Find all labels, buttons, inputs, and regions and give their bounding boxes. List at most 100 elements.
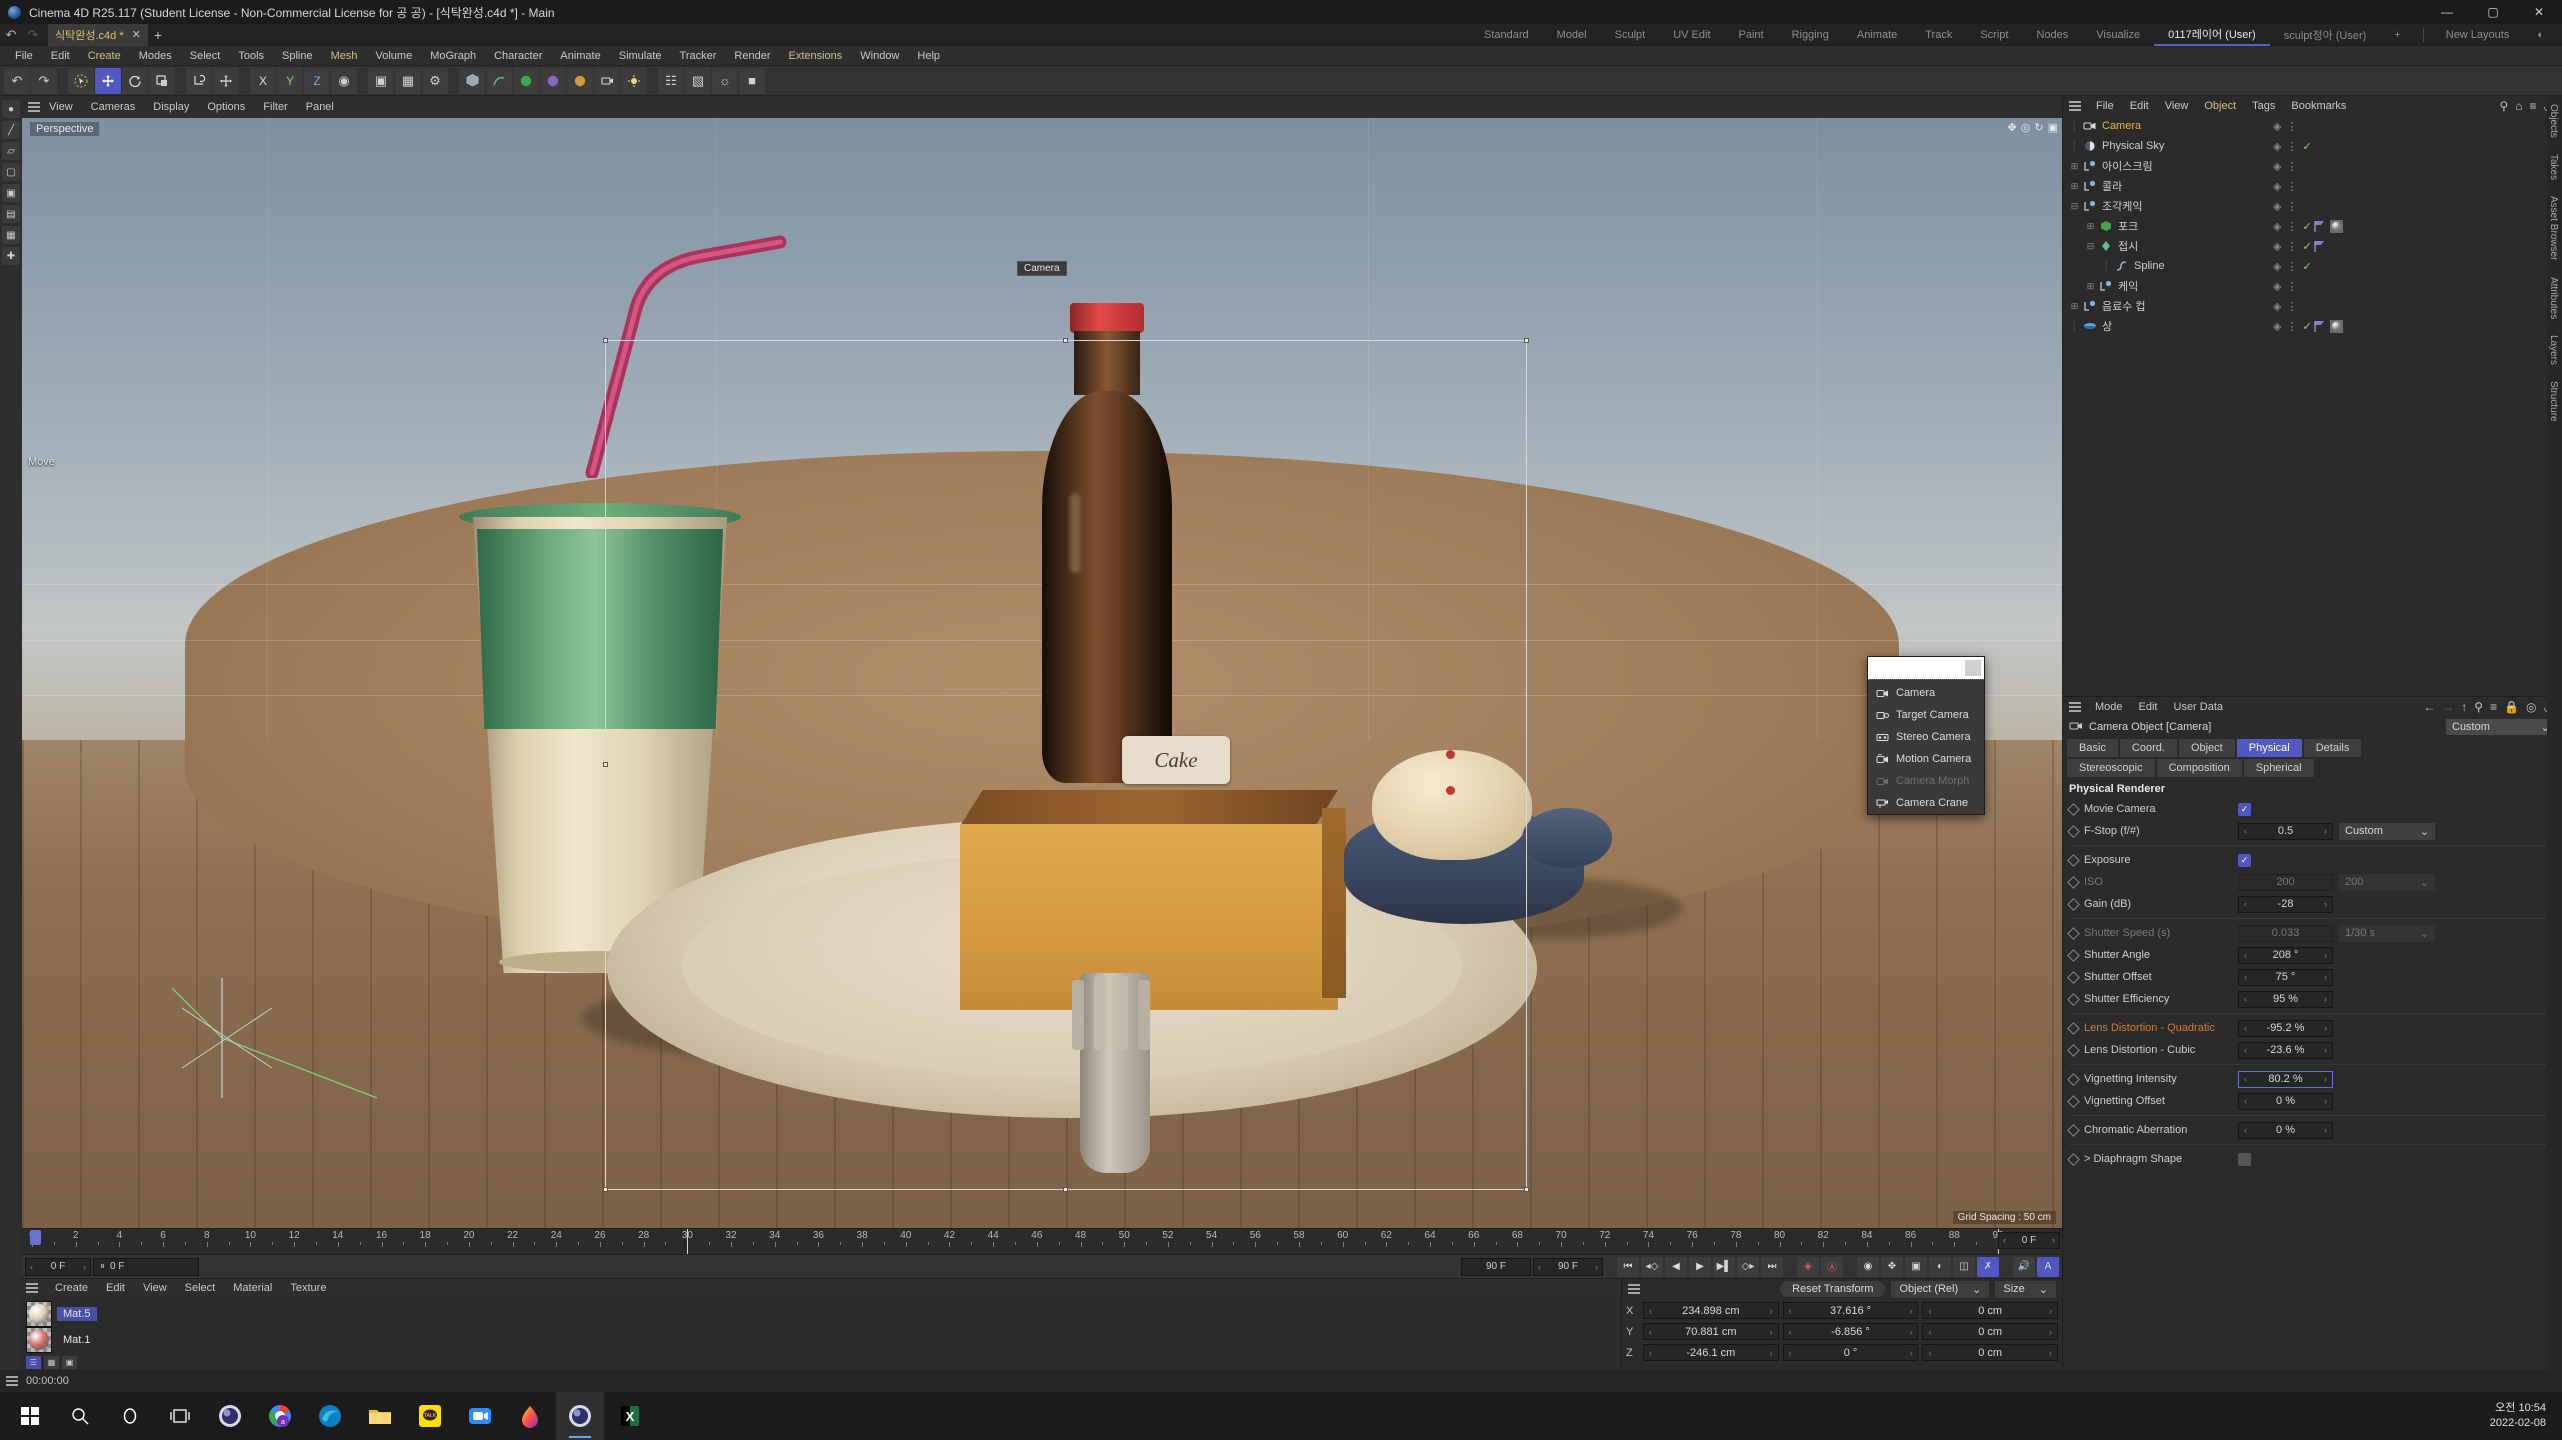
object-row[interactable]: ⊞ 케익 ◈ ⋮ <box>2063 276 2562 296</box>
decrement-icon[interactable]: ‹ <box>2244 950 2247 960</box>
material-menu-material[interactable]: Material <box>224 1282 281 1294</box>
current-frame-field[interactable]: ‹ 0 F › <box>25 1257 91 1276</box>
paint3d-icon[interactable] <box>506 1392 554 1440</box>
chrome-icon[interactable]: a <box>256 1392 304 1440</box>
menu-item-tracker[interactable]: Tracker <box>671 46 726 66</box>
attribute-value-field[interactable]: ‹ -95.2 % › <box>2238 1019 2333 1037</box>
go-to-start-button[interactable]: ⏮ <box>1617 1256 1639 1277</box>
material-swatch[interactable] <box>26 1327 52 1353</box>
layer-icon[interactable]: ◈ <box>2273 240 2281 253</box>
menu-item-animate[interactable]: Animate <box>551 46 609 66</box>
axis-gizmo[interactable] <box>162 948 452 1128</box>
light-object-button[interactable] <box>621 67 647 94</box>
viewport-menu-view[interactable]: View <box>40 101 82 113</box>
keyframe-diamond-icon[interactable] <box>2067 897 2080 911</box>
tree-expander[interactable]: ⊟ <box>2067 201 2082 212</box>
camera-name-field[interactable] <box>1868 657 1984 679</box>
attribute-value-field[interactable]: 200 <box>2238 873 2333 891</box>
coordinate-size-field[interactable]: ‹ 0 cm › <box>1922 1344 2059 1361</box>
start-icon[interactable] <box>6 1392 54 1440</box>
decrement-icon[interactable]: ‹ <box>2244 1045 2247 1055</box>
frame-handle[interactable] <box>603 338 608 343</box>
attribute-checkbox[interactable]: ✓ <box>2238 802 2251 816</box>
menu-item-mesh[interactable]: Mesh <box>322 46 367 66</box>
layout-grid-button[interactable]: ☷ <box>658 67 684 94</box>
attribute-value-field[interactable]: ‹ -28 › <box>2238 895 2333 913</box>
material-name[interactable]: Mat.5 <box>57 1307 97 1321</box>
attribute-tab-details[interactable]: Details <box>2303 739 2362 757</box>
status-hamburger-icon[interactable] <box>6 1376 18 1386</box>
layout-tab-standard[interactable]: Standard <box>1470 24 1543 46</box>
cube-primitive-button[interactable] <box>459 67 485 94</box>
kakaotalk-icon[interactable]: TALK <box>406 1392 454 1440</box>
decrement-icon[interactable]: ‹ <box>2244 899 2247 909</box>
decrement-icon[interactable]: ‹ <box>1649 1327 1652 1337</box>
texture-mode-button[interactable]: ▤ <box>2 205 20 223</box>
record-rotation-button[interactable]: ✥ <box>1881 1256 1903 1277</box>
menu-item-select[interactable]: Select <box>181 46 230 66</box>
attribute-dropdown[interactable]: 200 ⌄ <box>2339 873 2435 891</box>
world-object-toggle-button[interactable]: ◉ <box>331 67 357 94</box>
live-selection-button[interactable] <box>68 67 94 94</box>
keyframe-selection-button[interactable]: ✗ <box>1977 1256 1999 1277</box>
record-position-button[interactable]: ◉ <box>1857 1256 1879 1277</box>
coordinate-size-field[interactable]: ‹ 0 cm › <box>1922 1323 2059 1340</box>
close-icon[interactable]: ✕ <box>132 28 141 41</box>
render-view-button[interactable]: ▣ <box>368 67 394 94</box>
frame-handle[interactable] <box>1063 1187 1068 1192</box>
document-end-field[interactable]: ‹ 90 F › <box>1533 1257 1603 1276</box>
menu-item-edit[interactable]: Edit <box>42 46 79 66</box>
material-swatch[interactable] <box>26 1301 52 1327</box>
maximize-button[interactable]: ▢ <box>2470 0 2516 24</box>
decrement-icon[interactable]: ‹ <box>1649 1348 1652 1358</box>
tree-expander[interactable]: ⊞ <box>2083 221 2098 232</box>
attribute-tab-coord[interactable]: Coord. <box>2119 739 2177 757</box>
visibility-dots[interactable]: ⋮ <box>2286 140 2297 153</box>
list-view-icon[interactable]: ☰ <box>26 1355 41 1369</box>
camera-object-button[interactable] <box>594 67 620 94</box>
decrement-icon[interactable]: ‹ <box>1789 1348 1792 1358</box>
decrement-icon[interactable]: ‹ <box>1928 1348 1931 1358</box>
increment-icon[interactable]: › <box>2052 1235 2055 1245</box>
object-mode-button[interactable]: ▣ <box>2 184 20 202</box>
keyframe-diamond-icon[interactable] <box>2067 802 2080 816</box>
layer-icon[interactable]: ◈ <box>2273 300 2281 313</box>
camera-menu-item-camera-crane[interactable]: Camera Crane <box>1868 792 1984 814</box>
y-axis-lock-button[interactable]: Y <box>277 67 303 94</box>
decrement-icon[interactable]: ‹ <box>2244 1096 2247 1106</box>
attribute-value-field[interactable]: ‹ 95 % › <box>2238 990 2333 1008</box>
filter-icon[interactable]: ≡ <box>2490 700 2497 714</box>
attribute-tab-composition[interactable]: Composition <box>2156 759 2242 777</box>
object-visibility-dots[interactable]: ◈ ⋮ <box>2273 280 2297 293</box>
object-row[interactable]: ⊟ 접시 ◈ ⋮ ✓ <box>2063 236 2562 256</box>
record-pla-button[interactable]: ◫ <box>1953 1256 1975 1277</box>
timeline[interactable]: 0246810121416182022242628303234363840424… <box>22 1228 2062 1254</box>
polygon-mode-button[interactable]: ▱ <box>2 142 20 160</box>
attribute-colorbox[interactable] <box>2238 1152 2251 1166</box>
camera-viewport-label[interactable]: Camera <box>1017 261 1067 276</box>
object-menu-bookmarks[interactable]: Bookmarks <box>2283 100 2354 112</box>
attribute-tab-basic[interactable]: Basic <box>2067 739 2118 757</box>
redo-icon[interactable]: ↷ <box>22 24 44 46</box>
viewport-config-button[interactable]: ▧ <box>685 67 711 94</box>
object-row[interactable]: │ Spline ◈ ⋮ ✓ <box>2063 256 2562 276</box>
spline-pen-button[interactable] <box>486 67 512 94</box>
render-region-button[interactable]: ▦ <box>395 67 421 94</box>
increment-icon[interactable]: › <box>2324 972 2327 982</box>
enable-axis-button[interactable]: ✚ <box>2 247 20 265</box>
coordinate-rotation-field[interactable]: ‹ 37.616 ° › <box>1782 1302 1919 1319</box>
visibility-dots[interactable]: ⋮ <box>2286 260 2297 273</box>
viewport-menu-display[interactable]: Display <box>144 101 198 113</box>
home-icon[interactable]: ⌂ <box>2515 99 2522 113</box>
layer-icon[interactable]: ◈ <box>2273 320 2281 333</box>
preview-end-field[interactable]: 90 F <box>1461 1257 1531 1276</box>
side-tab-takes[interactable]: Takes <box>2547 146 2560 188</box>
object-visibility-dots[interactable]: ◈ ⋮ <box>2273 120 2297 133</box>
camera-menu-item-motion-camera[interactable]: Motion Camera <box>1868 748 1984 770</box>
object-visibility-dots[interactable]: ◈ ⋮ ✓ <box>2273 240 2312 253</box>
menu-item-spline[interactable]: Spline <box>273 46 322 66</box>
object-menu-edit[interactable]: Edit <box>2122 100 2157 112</box>
object-row[interactable]: ⊞ 아이스크림 ◈ ⋮ <box>2063 156 2562 176</box>
object-visibility-dots[interactable]: ◈ ⋮ <box>2273 300 2297 313</box>
increment-icon[interactable]: › <box>1770 1348 1773 1358</box>
